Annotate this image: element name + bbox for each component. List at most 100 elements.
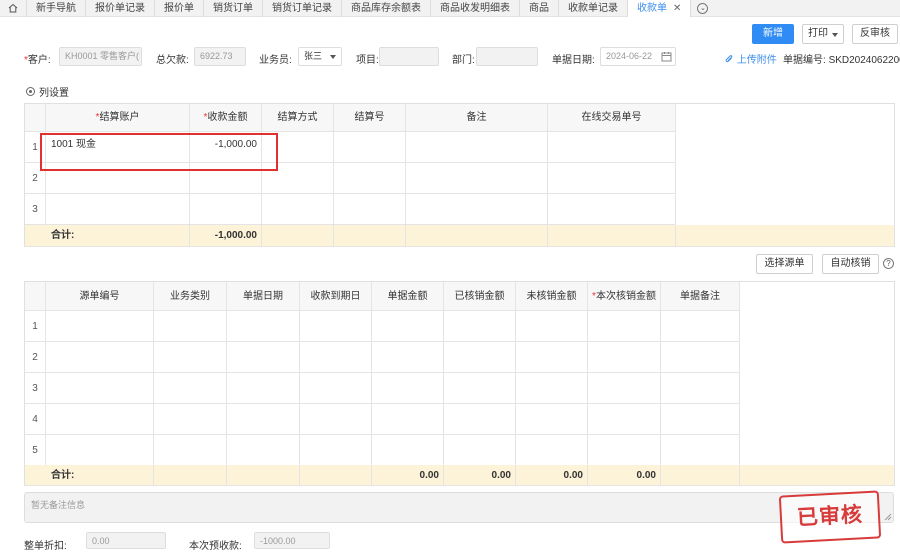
table-cell[interactable] — [406, 163, 548, 194]
close-icon[interactable]: ✕ — [673, 3, 681, 14]
prepay-field[interactable]: -1000.00 — [254, 532, 330, 549]
tab-goods-detail[interactable]: 商品收发明细表 — [431, 0, 520, 17]
date-field[interactable]: 2024-06-22 — [600, 47, 676, 66]
home-tab[interactable] — [0, 0, 27, 17]
table-cell[interactable] — [46, 194, 190, 225]
table-cell[interactable] — [227, 342, 300, 373]
summary-cell — [262, 225, 334, 247]
table-cell[interactable] — [372, 435, 444, 466]
table-cell[interactable] — [300, 404, 372, 435]
column-settings[interactable]: 列设置 — [26, 84, 69, 99]
docno-label: 单据编号: SKD20240622001 — [783, 51, 900, 66]
new-button[interactable]: 新增 — [752, 24, 794, 44]
tab-sales-order[interactable]: 销货订单 — [204, 0, 263, 17]
discount-field[interactable]: 0.00 — [86, 532, 166, 549]
table-cell[interactable] — [300, 342, 372, 373]
tab-quote-records[interactable]: 报价单记录 — [86, 0, 155, 17]
table-cell[interactable] — [372, 342, 444, 373]
dept-field[interactable] — [476, 47, 538, 66]
table-cell[interactable] — [190, 194, 262, 225]
select-source-button[interactable]: 选择源单 — [756, 254, 813, 274]
table-cell[interactable] — [661, 404, 740, 435]
table-cell[interactable] — [46, 404, 154, 435]
table-cell[interactable] — [444, 373, 516, 404]
table-cell[interactable] — [227, 435, 300, 466]
chevron-down-icon[interactable]: ⌄ — [697, 2, 709, 14]
header-cell: 已核销金额 — [444, 282, 516, 311]
header-cell: 结算方式 — [262, 104, 334, 132]
salesman-value: 张三 — [304, 51, 323, 61]
table-cell[interactable] — [154, 373, 227, 404]
table-cell[interactable] — [588, 311, 661, 342]
table-cell[interactable] — [548, 132, 676, 163]
table-cell[interactable] — [227, 373, 300, 404]
tab-guide[interactable]: 新手导航 — [27, 0, 86, 17]
table-cell[interactable] — [548, 194, 676, 225]
summary-amount — [154, 465, 227, 486]
table-cell[interactable] — [444, 311, 516, 342]
salesman-select[interactable]: 张三 — [298, 47, 342, 66]
table-cell[interactable] — [444, 404, 516, 435]
table-cell[interactable] — [406, 194, 548, 225]
tab-inventory-balance[interactable]: 商品库存余额表 — [342, 0, 431, 17]
table-cell[interactable] — [661, 311, 740, 342]
resize-handle-icon[interactable] — [884, 513, 892, 521]
table-cell[interactable] — [46, 311, 154, 342]
table-cell[interactable] — [588, 404, 661, 435]
table-cell[interactable] — [46, 435, 154, 466]
table-cell[interactable] — [46, 373, 154, 404]
table-cell[interactable] — [372, 404, 444, 435]
customer-field[interactable]: KH0001 零售客户( — [59, 47, 142, 66]
table-cell[interactable] — [588, 342, 661, 373]
table-cell[interactable] — [444, 342, 516, 373]
table-cell[interactable] — [46, 342, 154, 373]
table-cell[interactable] — [661, 373, 740, 404]
print-button[interactable]: 打印 — [802, 24, 844, 44]
upload-link[interactable]: 上传附件 — [725, 51, 777, 66]
table-cell[interactable] — [154, 435, 227, 466]
tab-sales-order-records[interactable]: 销货订单记录 — [263, 0, 342, 17]
table-cell[interactable] — [661, 435, 740, 466]
tab-receipt[interactable]: 收款单 ✕ — [628, 0, 692, 17]
row-number: 3 — [25, 373, 46, 404]
table-cell[interactable] — [516, 342, 588, 373]
tab-quote[interactable]: 报价单 — [155, 0, 204, 17]
table-cell[interactable] — [516, 311, 588, 342]
table-cell[interactable] — [406, 132, 548, 163]
table-cell[interactable] — [154, 342, 227, 373]
table-cell[interactable] — [227, 404, 300, 435]
table-cell[interactable] — [516, 373, 588, 404]
table-cell[interactable] — [372, 311, 444, 342]
table-cell[interactable] — [516, 435, 588, 466]
dept-label: 部门: — [452, 55, 475, 66]
tab-receipt-records[interactable]: 收款单记录 — [559, 0, 628, 17]
discount-label: 整单折扣: — [24, 541, 67, 552]
table-cell[interactable] — [548, 163, 676, 194]
table-cell[interactable] — [300, 311, 372, 342]
table-cell[interactable] — [300, 373, 372, 404]
date-label: 单据日期: — [552, 55, 595, 66]
table-cell[interactable] — [227, 311, 300, 342]
help-icon[interactable]: ? — [883, 258, 894, 269]
table-cell[interactable] — [154, 311, 227, 342]
project-field[interactable] — [379, 47, 439, 66]
table-cell[interactable] — [372, 373, 444, 404]
unaudit-button[interactable]: 反审核 — [852, 24, 898, 44]
table-cell[interactable] — [300, 435, 372, 466]
table-cell[interactable] — [588, 435, 661, 466]
table-cell[interactable] — [262, 194, 334, 225]
table-cell[interactable] — [588, 373, 661, 404]
table-cell[interactable] — [334, 163, 406, 194]
table-cell[interactable] — [516, 404, 588, 435]
table-cell[interactable] — [334, 194, 406, 225]
auto-verify-button[interactable]: 自动核销 — [822, 254, 879, 274]
table-cell[interactable] — [334, 132, 406, 163]
audited-stamp: 已审核 — [778, 490, 882, 544]
row-number: 5 — [25, 435, 46, 466]
tab-goods[interactable]: 商品 — [520, 0, 559, 17]
prepay-label: 本次预收款: — [189, 541, 242, 552]
table-cell[interactable] — [661, 342, 740, 373]
table-cell[interactable] — [154, 404, 227, 435]
note-field[interactable]: 暂无备注信息 — [24, 492, 894, 523]
table-cell[interactable] — [444, 435, 516, 466]
